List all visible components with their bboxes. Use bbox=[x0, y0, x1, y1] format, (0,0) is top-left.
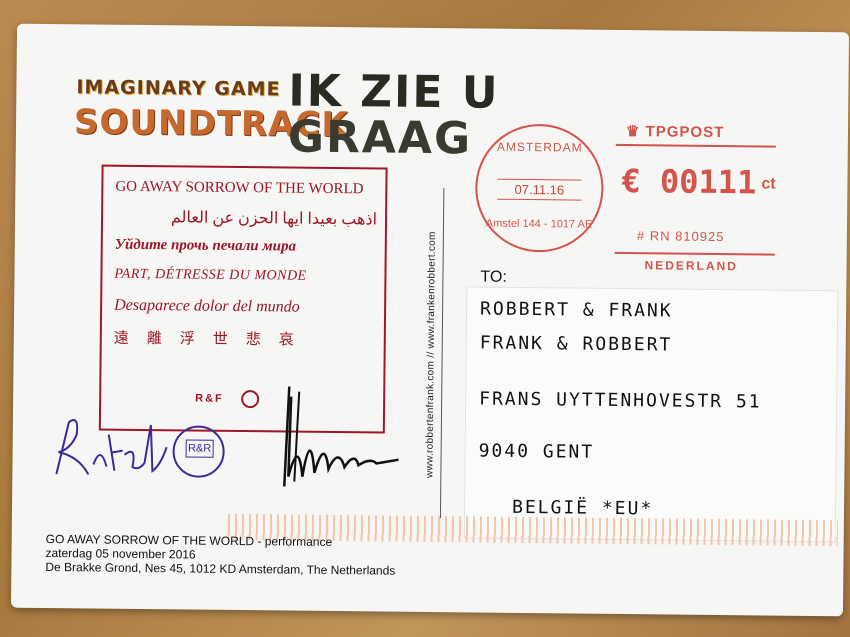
address-line-1: ROBBERT & FRANK bbox=[480, 298, 673, 322]
message-english: GO AWAY SORROW OF THE WORLD bbox=[115, 178, 364, 198]
headline-line-1: IK ZIE U bbox=[288, 65, 500, 119]
rf-stamp-text: R&R bbox=[185, 439, 214, 458]
postcard: IMAGINARY GAME SOUNDTRACK IK ZIE U GRAAG… bbox=[10, 23, 850, 617]
address-line-2: FRANK & ROBBERT bbox=[479, 332, 673, 356]
message-russian: Уйдите прочь печали мира bbox=[114, 236, 297, 255]
message-chinese: 遠離浮世悲哀 bbox=[113, 330, 312, 349]
tpgpost-brand: ♛ TPGPOST bbox=[625, 123, 725, 142]
postmark-date: 07.11.16 bbox=[497, 178, 582, 201]
to-label: TO: bbox=[480, 268, 507, 286]
amsterdam-postmark: AMSTERDAM 07.11.16 Amstel 144 - 1017 AE bbox=[474, 123, 605, 253]
address-divider bbox=[439, 188, 445, 519]
address-line-4: 9040 GENT bbox=[478, 440, 595, 463]
franking-rn-number: # RN 810925 bbox=[636, 228, 725, 245]
footer-line-3: De Brakke Grond, Nes 45, 1012 KD Amsterd… bbox=[45, 559, 396, 578]
rf-emblem-icon bbox=[241, 390, 260, 409]
postmark-city: AMSTERDAM bbox=[496, 139, 583, 155]
message-arabic: اذهب بعيدا ايها الحزن عن العالم bbox=[170, 209, 378, 229]
tpgpost-franking: ♛ TPGPOST € 00111 ct # RN 810925 NEDERLA… bbox=[614, 122, 817, 274]
franking-rule-top bbox=[615, 143, 776, 148]
address-line-3: FRANS UYTTENHOVESTR 51 bbox=[479, 388, 762, 413]
address-line-5: BELGIË *EU* bbox=[511, 496, 654, 520]
rf-logo-text: R&F bbox=[195, 392, 224, 405]
message-french: PART, DÉTRESSE DU MONDE bbox=[114, 266, 307, 284]
ik-zie-u-graag-headline: IK ZIE U GRAAG bbox=[287, 65, 500, 165]
headline-line-2: GRAAG bbox=[287, 111, 473, 165]
message-spanish: Desaparece dolor del mundo bbox=[114, 296, 300, 316]
tpgpost-brand-text: TPGPOST bbox=[645, 123, 725, 142]
event-footer: GO AWAY SORROW OF THE WORLD - performanc… bbox=[45, 532, 395, 578]
rf-blue-stamp: R&R bbox=[172, 425, 225, 478]
postmark-address: Amstel 144 - 1017 AE bbox=[485, 217, 593, 231]
franking-unit: ct bbox=[761, 175, 776, 193]
franking-rule-bottom bbox=[614, 251, 775, 256]
vertical-url: www.robbertenfrank.com // www.frankenrob… bbox=[424, 231, 438, 479]
signature-robbert bbox=[55, 419, 168, 475]
franking-amount: € 00111 bbox=[621, 161, 757, 202]
franking-country: NEDERLAND bbox=[644, 258, 738, 274]
signature-frank bbox=[283, 386, 399, 487]
imaginary-game-title: IMAGINARY GAME bbox=[76, 76, 281, 101]
